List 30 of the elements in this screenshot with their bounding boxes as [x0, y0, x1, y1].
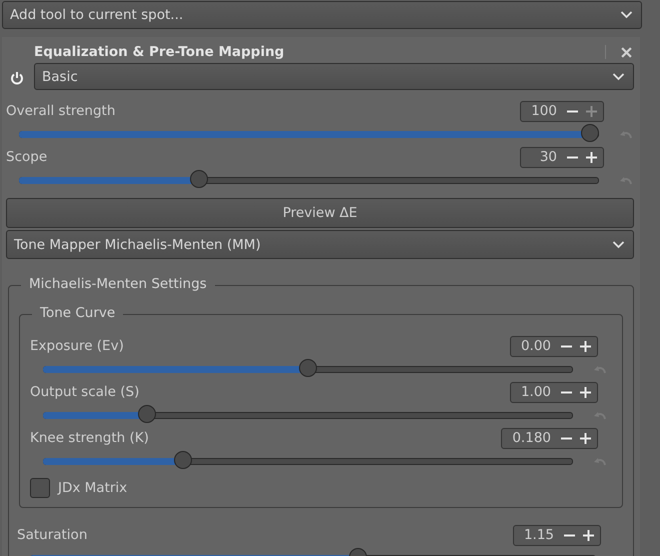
checkbox[interactable]: [30, 478, 50, 498]
group-title: Michaelis-Menten Settings: [21, 276, 215, 292]
mode-dropdown[interactable]: Basic: [34, 63, 634, 90]
slider-label: Output scale (S): [30, 384, 140, 400]
slider-thumb[interactable]: [190, 170, 208, 188]
slider-thumb[interactable]: [581, 124, 600, 142]
slider-thumb[interactable]: [138, 405, 156, 423]
power-icon[interactable]: [10, 70, 24, 84]
slider-thumb[interactable]: [174, 451, 192, 469]
preview-button[interactable]: Preview ΔE: [6, 198, 634, 228]
tone-mapper-dropdown[interactable]: Tone Mapper Michaelis-Menten (MM): [6, 230, 634, 259]
slider-thumb[interactable]: [299, 359, 317, 377]
checkbox-label: JDx Matrix: [58, 480, 128, 496]
spin-box[interactable]: 1.15: [512, 524, 601, 546]
slider-label: Overall strength: [6, 103, 116, 119]
chevron-down-icon: [612, 72, 625, 80]
slider-label: Exposure (Ev): [30, 338, 124, 354]
panel-title: Equalization & Pre-Tone Mapping: [34, 44, 286, 60]
slider-label: Scope: [6, 149, 48, 165]
close-icon[interactable]: [621, 46, 632, 58]
spin-box[interactable]: 0.00: [510, 336, 598, 356]
slider-label: Knee strength (K): [30, 430, 149, 446]
spin-box[interactable]: 100: [520, 100, 604, 122]
spin-box[interactable]: 1.00: [510, 382, 598, 402]
spin-box[interactable]: 30: [520, 146, 604, 168]
slider-label: Saturation: [17, 527, 88, 543]
chevron-down-icon: [620, 11, 633, 19]
chevron-down-icon: [612, 240, 625, 248]
spin-box[interactable]: 0.180: [501, 428, 598, 448]
add-tool-dropdown[interactable]: Add tool to current spot...: [2, 1, 642, 29]
